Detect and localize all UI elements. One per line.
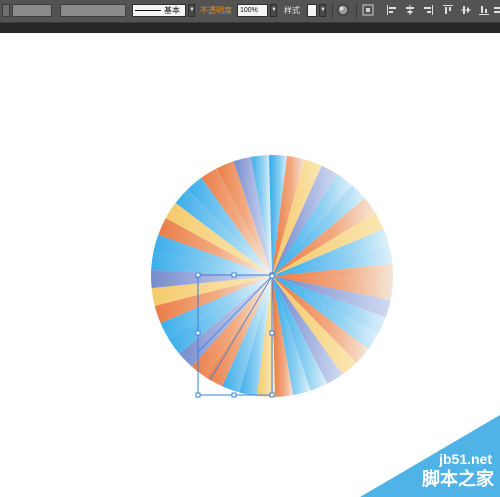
toolbar-divider [332,3,333,18]
graphic-style-swatch[interactable] [307,4,317,17]
center-anchor-point[interactable] [269,273,275,279]
watermark-site-name: 脚本之家 [422,469,494,490]
watermark: jb51.net 脚本之家 [360,415,500,497]
globe-icon[interactable] [337,4,349,16]
stroke-color-swatch[interactable] [12,4,52,17]
stroke-style-dropdown[interactable]: 基本 [132,4,186,17]
control-bar: 基本 ▼ 不透明度 100% ▼ 样式 ▼ [0,0,500,23]
stroke-line-preview [135,10,161,11]
opacity-label[interactable]: 不透明度 [200,4,232,17]
chevron-down-icon[interactable]: ▼ [319,4,326,17]
document-tab-bar [0,23,500,33]
stroke-weight-field[interactable] [60,4,126,17]
align-middle-icon[interactable] [460,4,472,16]
fill-color-swatch[interactable] [2,4,10,17]
style-label: 样式 [284,6,300,15]
align-bottom-icon[interactable] [478,4,490,16]
transform-grid-icon[interactable] [362,4,374,16]
align-center-icon[interactable] [404,4,416,16]
distribute-icon[interactable] [494,4,500,16]
align-right-icon[interactable] [422,4,434,16]
chevron-down-icon[interactable]: ▼ [270,4,277,17]
stroke-style-label: 基本 [164,6,180,15]
toolbar-divider [356,3,357,18]
align-top-icon[interactable] [442,4,454,16]
chevron-down-icon[interactable]: ▼ [188,4,195,17]
opacity-input[interactable]: 100% [237,4,268,17]
align-left-icon[interactable] [386,4,398,16]
